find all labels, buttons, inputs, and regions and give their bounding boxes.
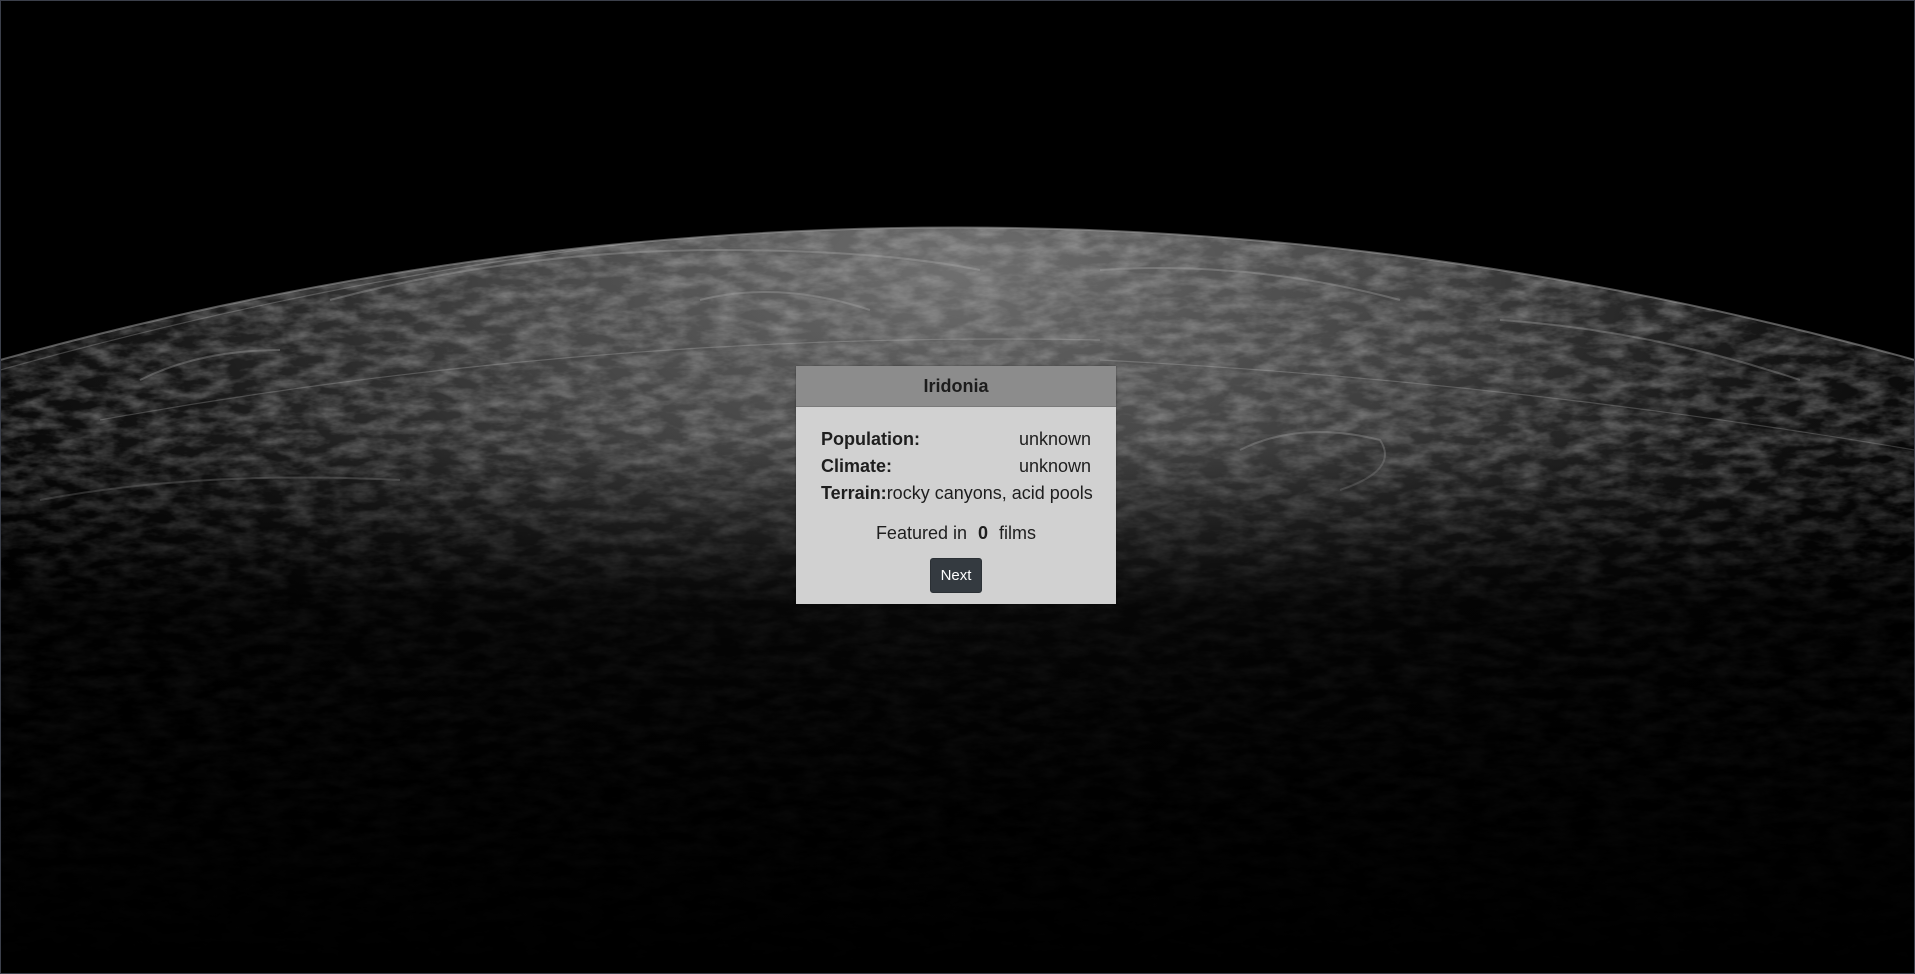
- climate-value: unknown: [1018, 456, 1091, 476]
- featured-suffix: films: [999, 523, 1037, 543]
- featured-count: 0: [978, 523, 989, 543]
- planet-name: Iridonia: [796, 366, 1116, 407]
- planet-card: Iridonia Population: unknown Climate: un…: [796, 366, 1116, 604]
- population-row: Population: unknown: [821, 429, 1091, 456]
- featured-prefix: Featured in: [875, 523, 967, 543]
- next-button[interactable]: Next: [929, 558, 983, 593]
- terrain-value: rocky canyons, acid pools: [886, 483, 1093, 503]
- climate-row: Climate: unknown: [821, 456, 1091, 483]
- app-stage: Iridonia Population: unknown Climate: un…: [0, 0, 1915, 974]
- terrain-row: Terrain: rocky canyons, acid pools: [821, 483, 1093, 510]
- climate-label: Climate:: [821, 456, 893, 476]
- population-label: Population:: [821, 429, 920, 449]
- planet-details: Population: unknown Climate: unknown Ter…: [796, 407, 1116, 593]
- button-wrap: Next: [821, 558, 1091, 593]
- population-value: unknown: [1018, 429, 1091, 449]
- featured-films: Featured in 0 films: [821, 518, 1091, 548]
- terrain-label: Terrain:: [821, 483, 887, 503]
